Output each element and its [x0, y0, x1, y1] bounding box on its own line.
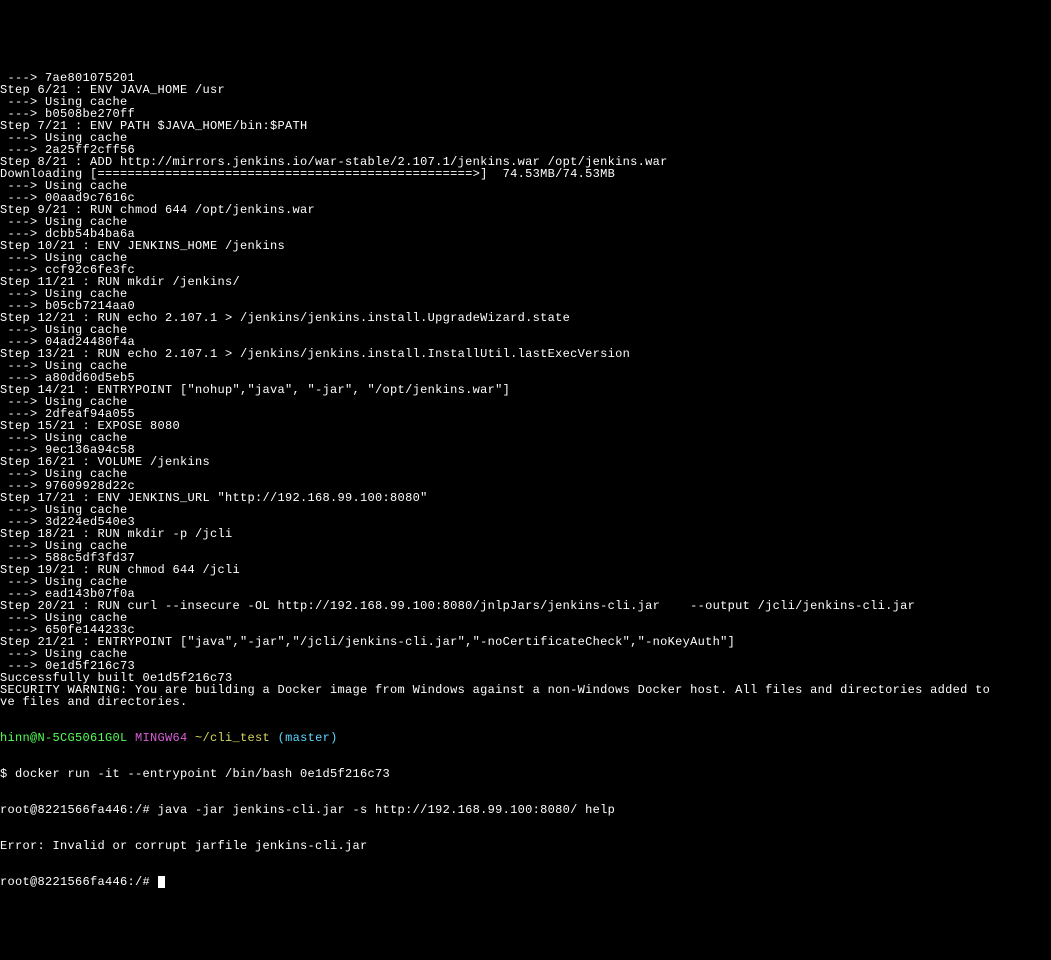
cursor: [158, 876, 165, 888]
output-line: Step 6/21 : ENV JAVA_HOME /usr: [0, 84, 1051, 96]
output-line: Step 13/21 : RUN echo 2.107.1 > /jenkins…: [0, 348, 1051, 360]
output-line: ---> Using cache: [0, 576, 1051, 588]
output-line: Step 15/21 : EXPOSE 8080: [0, 420, 1051, 432]
command-line: root@8221566fa446:/#: [0, 875, 158, 889]
terminal-output[interactable]: ---> 7ae801075201Step 6/21 : ENV JAVA_HO…: [0, 48, 1051, 900]
output-line: Downloading [===========================…: [0, 168, 1051, 180]
prompt-branch: (master): [270, 731, 338, 745]
docker-build-output: ---> 7ae801075201Step 6/21 : ENV JAVA_HO…: [0, 72, 1051, 708]
output-line: Step 12/21 : RUN echo 2.107.1 > /jenkins…: [0, 312, 1051, 324]
output-line: Step 14/21 : ENTRYPOINT ["nohup","java",…: [0, 384, 1051, 396]
output-line: ---> Using cache: [0, 216, 1051, 228]
output-line: Step 17/21 : ENV JENKINS_URL "http://192…: [0, 492, 1051, 504]
output-line: ---> Using cache: [0, 252, 1051, 264]
output-line: ---> Using cache: [0, 180, 1051, 192]
output-line: Step 16/21 : VOLUME /jenkins: [0, 456, 1051, 468]
output-line: ---> Using cache: [0, 612, 1051, 624]
error-line: Error: Invalid or corrupt jarfile jenkin…: [0, 840, 1051, 852]
output-line: ---> Using cache: [0, 288, 1051, 300]
command-line: $ docker run -it --entrypoint /bin/bash …: [0, 768, 1051, 780]
output-line: ---> Using cache: [0, 324, 1051, 336]
output-line: ---> Using cache: [0, 396, 1051, 408]
output-line: Step 11/21 : RUN mkdir /jenkins/: [0, 276, 1051, 288]
shell-prompt-line[interactable]: root@8221566fa446:/#: [0, 876, 1051, 888]
output-line: Step 10/21 : ENV JENKINS_HOME /jenkins: [0, 240, 1051, 252]
shell-prompt-line: hinn@N-5CG5061G0L MINGW64 ~/cli_test (ma…: [0, 732, 1051, 744]
output-line: Step 19/21 : RUN chmod 644 /jcli: [0, 564, 1051, 576]
output-line: ---> Using cache: [0, 96, 1051, 108]
output-line: ---> Using cache: [0, 540, 1051, 552]
prompt-host: MINGW64: [128, 731, 188, 745]
output-line: ---> Using cache: [0, 360, 1051, 372]
output-line: ---> Using cache: [0, 468, 1051, 480]
prompt-path: ~/cli_test: [188, 731, 271, 745]
output-line: Step 9/21 : RUN chmod 644 /opt/jenkins.w…: [0, 204, 1051, 216]
prompt-user: hinn@N-5CG5061G0L: [0, 731, 128, 745]
output-line: ---> Using cache: [0, 504, 1051, 516]
output-line: Step 7/21 : ENV PATH $JAVA_HOME/bin:$PAT…: [0, 120, 1051, 132]
output-line: ve files and directories.: [0, 696, 1051, 708]
output-line: Step 21/21 : ENTRYPOINT ["java","-jar","…: [0, 636, 1051, 648]
output-line: ---> Using cache: [0, 132, 1051, 144]
output-line: Step 20/21 : RUN curl --insecure -OL htt…: [0, 600, 1051, 612]
output-line: ---> Using cache: [0, 432, 1051, 444]
command-line: root@8221566fa446:/# java -jar jenkins-c…: [0, 804, 1051, 816]
output-line: Step 18/21 : RUN mkdir -p /jcli: [0, 528, 1051, 540]
output-line: ---> Using cache: [0, 648, 1051, 660]
